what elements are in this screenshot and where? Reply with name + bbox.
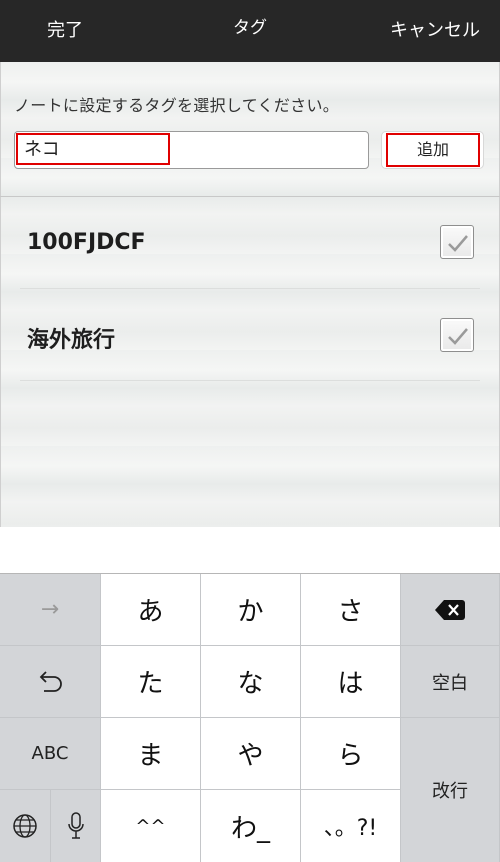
microphone-icon bbox=[67, 812, 84, 839]
tag-row[interactable]: 100FJDCF bbox=[0, 197, 500, 287]
key-ha[interactable]: は bbox=[301, 646, 401, 718]
key-ya[interactable]: や bbox=[201, 718, 301, 790]
globe-icon bbox=[13, 814, 37, 838]
next-candidate-key[interactable]: → bbox=[0, 574, 101, 646]
tag-row[interactable]: 海外旅行 bbox=[0, 289, 500, 379]
dictation-key[interactable] bbox=[51, 790, 101, 862]
key-ra[interactable]: ら bbox=[301, 718, 401, 790]
key-ka[interactable]: か bbox=[201, 574, 301, 646]
checkmark-icon bbox=[448, 328, 468, 345]
key-sa[interactable]: さ bbox=[301, 574, 401, 646]
arrow-right-icon: → bbox=[40, 597, 60, 622]
tag-label: 100FJDCF bbox=[27, 230, 146, 255]
key-a[interactable]: あ bbox=[101, 574, 201, 646]
delete-key[interactable] bbox=[401, 574, 500, 646]
undo-key[interactable] bbox=[0, 646, 101, 718]
tag-input-field[interactable] bbox=[14, 131, 369, 169]
globe-key[interactable] bbox=[0, 790, 51, 862]
tag-input-value[interactable]: ネコ bbox=[24, 136, 60, 164]
checkmark-icon bbox=[448, 235, 468, 252]
undo-icon bbox=[39, 670, 62, 692]
navigation-bar: 完了 タグ キャンセル bbox=[0, 0, 500, 62]
key-wa[interactable]: わ_ bbox=[201, 790, 301, 862]
row-separator bbox=[20, 380, 480, 381]
key-punctuation[interactable]: 、。?! bbox=[301, 790, 401, 862]
key-ma[interactable]: ま bbox=[101, 718, 201, 790]
instruction-text: ノートに設定するタグを選択してください。 bbox=[14, 96, 340, 115]
abc-key[interactable]: ABC bbox=[0, 718, 101, 790]
backspace-icon bbox=[435, 599, 465, 620]
return-key[interactable]: 改行 bbox=[401, 718, 500, 862]
add-button[interactable]: 追加 bbox=[386, 133, 480, 167]
tag-checkbox[interactable] bbox=[440, 225, 474, 259]
key-ta[interactable]: た bbox=[101, 646, 201, 718]
tag-label: 海外旅行 bbox=[27, 328, 116, 353]
space-key[interactable]: 空白 bbox=[401, 646, 500, 718]
key-na[interactable]: な bbox=[201, 646, 301, 718]
tag-checkbox[interactable] bbox=[440, 318, 474, 352]
japanese-kana-keyboard: → あ か さ た な は 空白 ABC ま や ら 改行 ^^ わ_ 、。?! bbox=[0, 573, 500, 862]
key-dakuten[interactable]: ^^ bbox=[101, 790, 201, 862]
cancel-button[interactable]: キャンセル bbox=[390, 0, 480, 62]
